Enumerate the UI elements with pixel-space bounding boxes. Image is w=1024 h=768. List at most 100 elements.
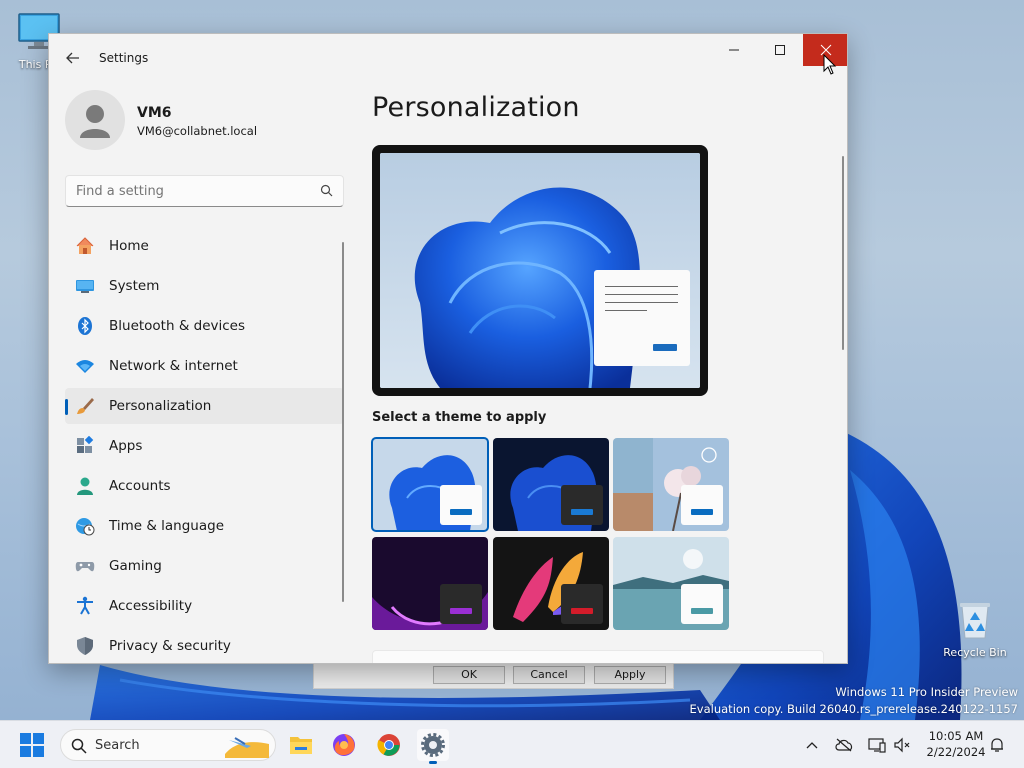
sidebar-scrollbar[interactable]: [342, 242, 344, 602]
theme-preview: [372, 145, 708, 396]
onedrive-icon: [835, 738, 853, 752]
taskbar-file-explorer[interactable]: [285, 729, 317, 761]
sidebar-item-home[interactable]: Home: [65, 228, 344, 264]
watermark-line-2: Evaluation copy. Build 26040.rs_prerelea…: [689, 702, 1018, 716]
minimize-button[interactable]: [711, 34, 757, 66]
sidebar-item-time-language[interactable]: Time & language: [65, 508, 344, 544]
start-button[interactable]: [20, 733, 44, 761]
sidebar-nav: Home System Bluetooth & devices Network …: [65, 228, 344, 663]
notification-button[interactable]: [988, 736, 1006, 754]
bluetooth-icon: [78, 317, 92, 335]
sidebar-item-apps[interactable]: Apps: [65, 428, 344, 464]
taskbar-settings[interactable]: [417, 729, 449, 764]
theme-captured-motion[interactable]: [493, 537, 609, 630]
sidebar-item-label: Network & internet: [109, 358, 238, 374]
search-icon: [320, 184, 333, 197]
search-icon: [71, 738, 87, 754]
sidebar-item-label: Bluetooth & devices: [109, 318, 246, 334]
firefox-icon: [333, 734, 355, 756]
apps-icon: [77, 436, 94, 453]
sidebar-item-network[interactable]: Network & internet: [65, 348, 344, 384]
sidebar-item-label: Accessibility: [109, 598, 193, 614]
taskbar: Search 10:05 AM 2/22/2024: [0, 720, 1024, 768]
user-name: VM6: [137, 105, 172, 121]
theme-windows-dark[interactable]: [493, 438, 609, 531]
sidebar-item-accounts[interactable]: Accounts: [65, 468, 344, 504]
sidebar-item-label: Accounts: [109, 478, 171, 494]
sidebar-item-label: Personalization: [109, 398, 212, 414]
background-dialog: OK Cancel Apply: [313, 660, 674, 689]
sidebar-item-label: Home: [109, 238, 149, 254]
mouse-cursor-icon: [823, 54, 837, 75]
account-icon: [77, 477, 93, 495]
active-app-indicator: [429, 761, 437, 764]
user-avatar-icon: [80, 105, 110, 138]
chrome-icon: [377, 734, 400, 756]
file-explorer-icon: [290, 737, 312, 754]
page-title: Personalization: [372, 92, 580, 123]
taskbar-search[interactable]: Search: [60, 729, 276, 761]
desktop-icon-recycle-bin[interactable]: Recycle Bin: [940, 598, 1010, 659]
title-bar[interactable]: Settings: [49, 34, 847, 82]
windows-logo-icon: [20, 733, 44, 757]
find-setting-search[interactable]: [65, 175, 344, 207]
sidebar-item-system[interactable]: System: [65, 268, 344, 304]
preview-screen: [380, 153, 700, 388]
window-title: Settings: [99, 51, 149, 65]
minimize-icon: [729, 49, 739, 51]
sidebar-item-label: System: [109, 278, 160, 294]
settings-icon: [421, 733, 445, 757]
evaluation-watermark: Windows 11 Pro Insider Preview Evaluatio…: [690, 684, 1018, 718]
theme-flow[interactable]: [613, 537, 729, 630]
onedrive-tray-button[interactable]: [835, 736, 853, 754]
recycle-bin-icon: [960, 603, 990, 639]
theme-windows-spotlight[interactable]: [613, 438, 729, 531]
wifi-icon: [76, 360, 94, 373]
sidebar-item-label: Gaming: [109, 558, 162, 574]
accessibility-icon: [77, 596, 93, 615]
arrow-left-icon: [66, 52, 79, 64]
system-icon: [76, 280, 94, 293]
maximize-button[interactable]: [757, 34, 803, 66]
content-scrollbar[interactable]: [842, 156, 844, 350]
desktop-icon-label: Recycle Bin: [943, 646, 1007, 659]
notification-bell-icon: [991, 738, 1003, 752]
settings-card[interactable]: [372, 650, 824, 663]
show-hidden-icons-button[interactable]: [803, 736, 821, 754]
maximize-icon: [775, 45, 785, 55]
sidebar-item-label: Time & language: [109, 518, 225, 534]
home-icon: [76, 237, 94, 254]
clock-time: 10:05 AM: [928, 729, 984, 743]
sidebar-item-label: Apps: [109, 438, 143, 454]
sidebar-item-bluetooth[interactable]: Bluetooth & devices: [65, 308, 344, 344]
settings-window: Settings VM6 VM6@collabnet.local Find a …: [48, 33, 848, 664]
cancel-button[interactable]: Cancel: [513, 666, 585, 684]
taskbar-clock[interactable]: 10:05 AM 2/22/2024: [918, 728, 994, 760]
taskbar-chrome[interactable]: [373, 729, 405, 761]
user-email: VM6@collabnet.local: [137, 124, 258, 138]
globe-clock-icon: [76, 518, 95, 536]
volume-tray-button[interactable]: [893, 736, 911, 754]
volume-muted-icon: [894, 737, 910, 753]
search-input[interactable]: [76, 182, 316, 200]
network-tray-button[interactable]: [868, 736, 886, 754]
chevron-up-icon: [806, 742, 818, 749]
clock-date: 2/22/2024: [926, 745, 986, 759]
sidebar-item-privacy-security[interactable]: Privacy & security: [65, 628, 344, 663]
ok-button[interactable]: OK: [433, 666, 505, 684]
avatar[interactable]: [65, 90, 125, 150]
taskbar-firefox[interactable]: [328, 729, 360, 761]
theme-windows-light[interactable]: [371, 437, 489, 532]
network-icon: [868, 738, 886, 753]
sidebar-item-accessibility[interactable]: Accessibility: [65, 588, 344, 624]
theme-glow[interactable]: [372, 537, 488, 630]
apply-button[interactable]: Apply: [594, 666, 666, 684]
theme-grid: [371, 437, 732, 634]
back-button[interactable]: [63, 48, 83, 68]
brush-icon: [77, 398, 94, 414]
sidebar-item-gaming[interactable]: Gaming: [65, 548, 344, 584]
sidebar-item-personalization[interactable]: Personalization: [65, 388, 344, 424]
watermark-line-1: Windows 11 Pro Insider Preview: [835, 685, 1018, 699]
taskbar-search-label: Search: [95, 738, 140, 753]
themes-section-label: Select a theme to apply: [372, 410, 547, 425]
